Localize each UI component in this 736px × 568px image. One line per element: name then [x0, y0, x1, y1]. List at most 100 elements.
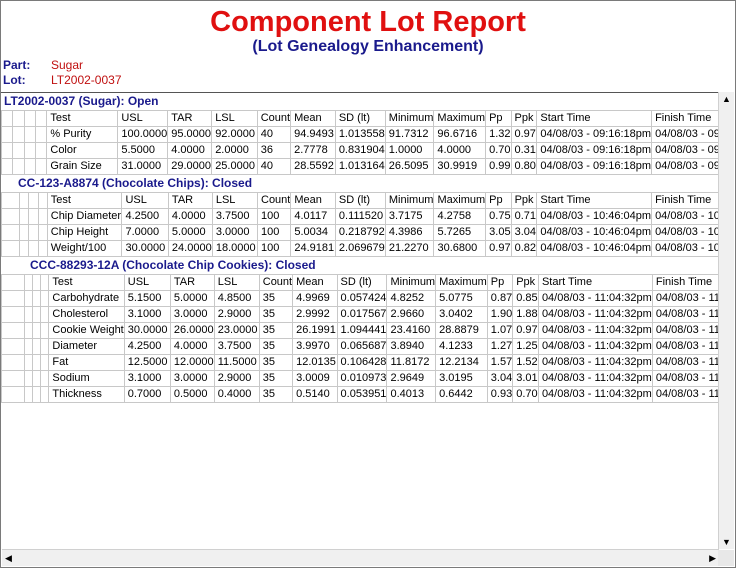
column-header-cell: Pp [486, 274, 514, 291]
indent-cell [1, 142, 14, 159]
data-cell: 04/08/03 - 11 [651, 370, 721, 387]
indent-cell [1, 386, 25, 403]
table-row[interactable]: Color 5.5000 4.0000 2.0000 36 2.7778 0.831904 1… [1, 142, 721, 159]
scroll-up-arrow-icon[interactable]: ▲ [722, 94, 731, 104]
report-title: Component Lot Report [210, 6, 526, 38]
scroll-left-arrow-icon[interactable]: ◀ [5, 553, 12, 563]
lot-info: Lot: LT2002-0037 [3, 73, 122, 87]
data-cell: 04/08/03 - 11:04:32pm [537, 322, 653, 339]
lot-genealogy-grid[interactable]: LT2002-0037 (Sugar): Open Test USL TAR LSL Co… [1, 92, 721, 550]
table-row[interactable]: Thickness 0.7000 0.5000 0.4000 35 0.5140 0.053… [1, 386, 721, 403]
table-row[interactable]: Cholesterol 3.1000 3.0000 2.9000 35 2.9992 0.0… [1, 306, 721, 323]
indent-cell [35, 142, 48, 159]
scroll-right-arrow-icon[interactable]: ▶ [709, 553, 716, 563]
column-header-row[interactable]: Test USL TAR LSL Count Mean SD (lt) Minimum Maxi… [1, 192, 721, 209]
data-cell: Sodium [48, 370, 125, 387]
indent-cell [40, 290, 50, 307]
vertical-scrollbar[interactable]: ▲ ▼ [718, 92, 734, 549]
column-header-row[interactable]: Test USL TAR LSL Count Mean SD (lt) Minimum Maxi… [1, 110, 721, 127]
table-row[interactable]: Chip Height 7.0000 5.0000 3.0000 100 5.0034 0.… [1, 224, 721, 241]
data-cell: 21.2270 [384, 240, 435, 257]
indent-cell [23, 158, 37, 175]
column-header-cell: Minimum [386, 274, 437, 291]
lot-section-title[interactable]: LT2002-0037 (Sugar): Open [1, 93, 721, 110]
indent-cell [23, 290, 33, 307]
lot-section-title[interactable]: CC-123-A8874 (Chocolate Chips): Closed [1, 175, 721, 192]
horizontal-scrollbar[interactable]: ◀ ▶ [2, 549, 719, 566]
indent-cell [31, 322, 42, 339]
data-cell: 35 [258, 306, 294, 323]
table-row[interactable]: Weight/100 30.0000 24.0000 18.0000 100 24.918… [1, 240, 721, 257]
table-row[interactable]: Sodium 3.1000 3.0000 2.9000 35 3.0009 0.010973… [1, 370, 721, 387]
data-cell: Diameter [48, 338, 125, 355]
scroll-down-arrow-icon[interactable]: ▼ [722, 537, 731, 547]
indent-cell [1, 224, 21, 241]
indent-cell [28, 224, 39, 241]
indent-cell [31, 338, 42, 355]
data-cell: 0.4013 [386, 386, 437, 403]
table-row[interactable]: Carbohydrate 5.1500 5.0000 4.8500 35 4.9969 0.… [1, 290, 721, 307]
column-header-row[interactable]: Test USL TAR LSL Count Mean SD (lt) Minimum Maxi… [1, 274, 721, 291]
indent-cell [23, 370, 33, 387]
data-cell: 0.85 [512, 290, 539, 307]
data-cell: 7.0000 [121, 224, 169, 241]
data-cell: Cholesterol [48, 306, 125, 323]
data-cell: 12.0135 [292, 354, 338, 371]
indent-cell [23, 274, 33, 291]
table-row[interactable]: % Purity 100.0000 95.0000 92.0000 40 94.9493 1… [1, 126, 721, 143]
scrollbar-corner [718, 550, 734, 566]
data-cell: 3.9970 [292, 338, 338, 355]
table-row[interactable]: Cookie Weight 30.0000 26.0000 23.0000 35 26.1… [1, 322, 721, 339]
indent-cell [1, 192, 21, 209]
indent-cell [23, 338, 33, 355]
data-cell: 0.065687 [336, 338, 388, 355]
data-cell: 12.2134 [435, 354, 488, 371]
data-cell: Chip Diameter [46, 208, 123, 225]
column-header-cell: Pp [485, 192, 512, 209]
data-cell: 12.0000 [169, 354, 215, 371]
table-row[interactable]: Grain Size 31.0000 29.0000 25.0000 40 28.5592… [1, 158, 721, 175]
report-window: Component Lot Report (Lot Genealogy Enha… [0, 0, 736, 568]
indent-cell [31, 370, 42, 387]
data-cell: 4.9969 [292, 290, 338, 307]
table-row[interactable]: Fat 12.5000 12.0000 11.5000 35 12.0135 0.10642… [1, 354, 721, 371]
table-row[interactable]: Diameter 4.2500 4.0000 3.7500 35 3.9970 0.0656… [1, 338, 721, 355]
data-cell: Color [46, 142, 119, 159]
data-cell: 1.25 [512, 338, 539, 355]
data-cell: 5.7265 [433, 224, 487, 241]
indent-cell [23, 322, 33, 339]
data-cell: 100 [256, 240, 292, 257]
data-cell: 04/08/03 - 11 [651, 386, 721, 403]
data-cell: 35 [258, 322, 294, 339]
data-cell: 94.9493 [290, 126, 336, 143]
indent-cell [40, 322, 50, 339]
data-cell: 95.0000 [167, 126, 213, 143]
data-cell: 1.094441 [336, 322, 388, 339]
indent-cell [37, 224, 48, 241]
data-cell: 12.5000 [123, 354, 171, 371]
column-header-cell: LSL [213, 274, 260, 291]
data-cell: 2.069679 [334, 240, 386, 257]
column-header-cell: Maximum [435, 274, 488, 291]
data-cell: 1.013558 [334, 126, 386, 143]
column-header-cell: Count [256, 110, 292, 127]
table-row[interactable]: Chip Diameter 4.2500 4.0000 3.7500 100 4.0117… [1, 208, 721, 225]
data-cell: 4.0000 [433, 142, 487, 159]
data-cell: 1.88 [512, 306, 539, 323]
data-cell: 3.7500 [213, 338, 260, 355]
data-cell: 04/08/03 - 11:04:32pm [537, 306, 653, 323]
data-cell: 04/08/03 - 10 [651, 224, 721, 241]
data-cell: 18.0000 [211, 240, 259, 257]
data-cell: 3.0000 [169, 306, 215, 323]
data-cell: 5.0775 [435, 290, 488, 307]
indent-cell [31, 290, 42, 307]
data-cell: 35 [258, 354, 294, 371]
column-header-cell: Count [258, 274, 294, 291]
lot-value: LT2002-0037 [51, 73, 122, 87]
data-cell: 4.2758 [433, 208, 487, 225]
column-header-cell: Maximum [433, 110, 487, 127]
column-header-cell: USL [121, 192, 169, 209]
indent-cell [1, 354, 25, 371]
data-cell: 2.9992 [292, 306, 338, 323]
lot-section-title[interactable]: CCC-88293-12A (Chocolate Chip Cookies): … [1, 257, 721, 274]
